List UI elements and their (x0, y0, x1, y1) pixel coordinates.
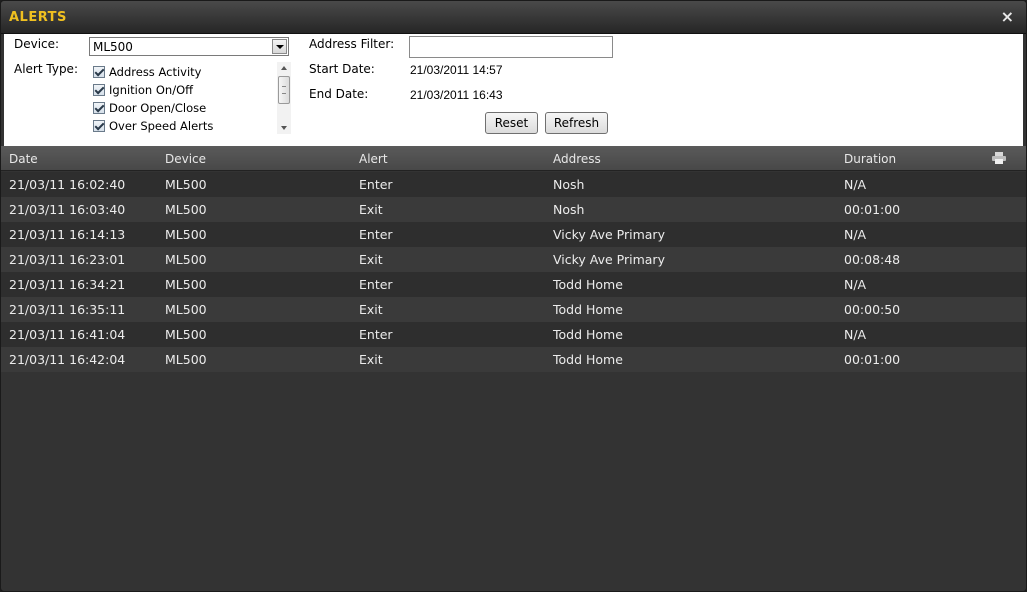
table-row[interactable]: 21/03/11 16:41:04 ML500 Enter Todd Home … (1, 322, 1026, 347)
alert-type-label-text: Address Activity (109, 65, 202, 79)
alert-type-label-text: Ignition On/Off (109, 83, 194, 97)
filter-panel: Device: ML500 Alert Type: Address Activi… (4, 34, 1023, 146)
cell-alert: Enter (359, 227, 393, 242)
start-date-label: Start Date: (309, 62, 375, 76)
cell-device: ML500 (165, 277, 207, 292)
cell-device: ML500 (165, 327, 207, 342)
title-bar: ALERTS × (1, 1, 1026, 34)
cell-duration: N/A (844, 227, 867, 242)
scroll-down-icon[interactable] (277, 122, 291, 134)
close-icon[interactable]: × (1001, 8, 1014, 26)
table-header: Date Device Alert Address Duration (1, 146, 1026, 171)
cell-alert: Exit (359, 252, 383, 267)
start-date-value[interactable]: 21/03/2011 14:57 (410, 63, 503, 77)
scroll-thumb[interactable] (278, 76, 290, 104)
ignition-checkbox[interactable] (93, 84, 105, 96)
cell-address: Nosh (553, 202, 585, 217)
cell-device: ML500 (165, 352, 207, 367)
cell-alert: Exit (359, 202, 383, 217)
end-date-label: End Date: (309, 87, 369, 101)
end-date-value[interactable]: 21/03/2011 16:43 (410, 88, 503, 102)
cell-date: 21/03/11 16:03:40 (9, 202, 126, 217)
column-header-address[interactable]: Address (553, 152, 601, 166)
cell-duration: 00:01:00 (844, 202, 901, 217)
reset-button[interactable]: Reset (485, 112, 538, 134)
column-header-duration[interactable]: Duration (844, 152, 896, 166)
cell-device: ML500 (165, 227, 207, 242)
alert-type-address-activity[interactable]: Address Activity (93, 64, 201, 80)
address-activity-checkbox[interactable] (93, 66, 105, 78)
device-label: Device: (14, 37, 60, 51)
table-row[interactable]: 21/03/11 16:34:21 ML500 Enter Todd Home … (1, 272, 1026, 297)
alert-type-door[interactable]: Door Open/Close (93, 100, 206, 116)
refresh-button[interactable]: Refresh (545, 112, 608, 134)
table-row[interactable]: 21/03/11 16:14:13 ML500 Enter Vicky Ave … (1, 222, 1026, 247)
cell-date: 21/03/11 16:14:13 (9, 227, 126, 242)
alert-type-label-text: Over Speed Alerts (109, 119, 214, 133)
cell-device: ML500 (165, 202, 207, 217)
alert-type-over-speed[interactable]: Over Speed Alerts (93, 118, 213, 134)
chevron-down-icon[interactable] (272, 39, 287, 54)
table-row[interactable]: 21/03/11 16:42:04 ML500 Exit Todd Home 0… (1, 347, 1026, 372)
cell-address: Todd Home (553, 352, 623, 367)
device-dropdown[interactable]: ML500 (89, 37, 289, 56)
cell-date: 21/03/11 16:35:11 (9, 302, 126, 317)
alerts-window: ALERTS × Device: ML500 Alert Type: Addre… (0, 0, 1027, 592)
cell-duration: 00:00:50 (844, 302, 901, 317)
cell-duration: 00:01:00 (844, 352, 901, 367)
alert-type-list: Address Activity Ignition On/Off Door Op… (93, 62, 291, 136)
cell-address: Todd Home (553, 327, 623, 342)
cell-address: Nosh (553, 177, 585, 192)
cell-date: 21/03/11 16:23:01 (9, 252, 126, 267)
cell-address: Vicky Ave Primary (553, 252, 665, 267)
alert-type-scrollbar[interactable] (277, 62, 291, 134)
door-checkbox[interactable] (93, 102, 105, 114)
cell-alert: Exit (359, 352, 383, 367)
column-header-device[interactable]: Device (165, 152, 206, 166)
column-header-alert[interactable]: Alert (359, 152, 388, 166)
alert-type-label: Alert Type: (14, 62, 78, 76)
column-header-date[interactable]: Date (9, 152, 38, 166)
cell-device: ML500 (165, 177, 207, 192)
alerts-table-body: 21/03/11 16:02:40 ML500 Enter Nosh N/A 2… (1, 172, 1026, 372)
address-filter-label: Address Filter: (309, 37, 395, 51)
cell-alert: Enter (359, 177, 393, 192)
table-row[interactable]: 21/03/11 16:03:40 ML500 Exit Nosh 00:01:… (1, 197, 1026, 222)
device-selected-value: ML500 (93, 40, 133, 54)
table-row[interactable]: 21/03/11 16:35:11 ML500 Exit Todd Home 0… (1, 297, 1026, 322)
cell-alert: Exit (359, 302, 383, 317)
alert-type-ignition[interactable]: Ignition On/Off (93, 82, 193, 98)
cell-date: 21/03/11 16:41:04 (9, 327, 126, 342)
cell-duration: N/A (844, 177, 867, 192)
cell-device: ML500 (165, 302, 207, 317)
cell-alert: Enter (359, 327, 393, 342)
cell-address: Todd Home (553, 277, 623, 292)
alert-type-label-text: Door Open/Close (109, 101, 207, 115)
address-filter-input[interactable] (409, 36, 613, 58)
cell-address: Todd Home (553, 302, 623, 317)
cell-date: 21/03/11 16:02:40 (9, 177, 126, 192)
cell-duration: N/A (844, 327, 867, 342)
window-title: ALERTS (9, 10, 67, 25)
cell-duration: N/A (844, 277, 867, 292)
cell-duration: 00:08:48 (844, 252, 901, 267)
print-icon[interactable] (992, 152, 1006, 164)
cell-date: 21/03/11 16:34:21 (9, 277, 126, 292)
cell-date: 21/03/11 16:42:04 (9, 352, 126, 367)
cell-device: ML500 (165, 252, 207, 267)
cell-alert: Enter (359, 277, 393, 292)
table-row[interactable]: 21/03/11 16:02:40 ML500 Enter Nosh N/A (1, 172, 1026, 197)
scroll-up-icon[interactable] (277, 62, 291, 74)
table-row[interactable]: 21/03/11 16:23:01 ML500 Exit Vicky Ave P… (1, 247, 1026, 272)
over-speed-checkbox[interactable] (93, 120, 105, 132)
cell-address: Vicky Ave Primary (553, 227, 665, 242)
